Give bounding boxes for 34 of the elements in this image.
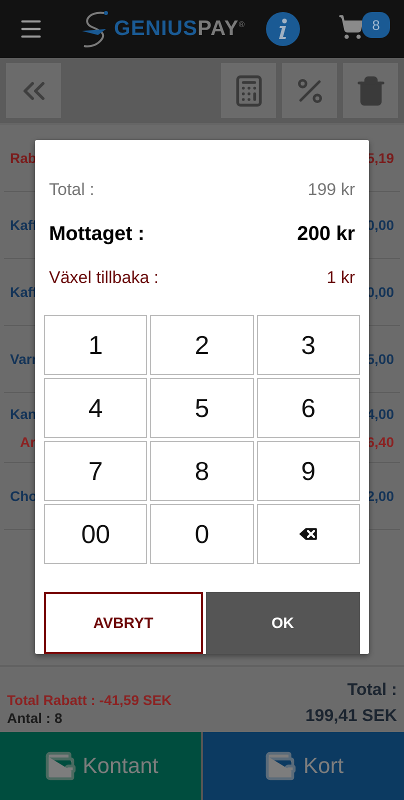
item-name: Rab [10, 150, 36, 166]
info-icon[interactable] [266, 12, 300, 46]
received-label: Mottaget : [49, 222, 145, 246]
ok-button[interactable]: OK [206, 592, 360, 654]
item-name: Varr [10, 351, 38, 367]
cart-button[interactable] [338, 14, 364, 40]
keypad-key[interactable]: 1 [44, 315, 148, 375]
total-value: 199 kr [308, 180, 355, 200]
item-name: Kan [10, 406, 36, 422]
discount-name: Ar [20, 434, 36, 450]
cart-count: 8 [362, 12, 390, 38]
cancel-button[interactable]: AVBRYT [44, 592, 202, 654]
keypad-key[interactable]: 2 [150, 315, 254, 375]
received-value: 200 kr [297, 222, 355, 246]
total-label: Total : [49, 180, 94, 200]
keypad-key[interactable]: 3 [256, 315, 360, 375]
keypad-key[interactable]: 9 [256, 441, 360, 501]
keypad-key[interactable]: 7 [44, 441, 148, 501]
backspace-key[interactable] [256, 504, 360, 564]
keypad-key[interactable]: 4 [44, 378, 148, 438]
change-value: 1 kr [326, 268, 355, 288]
change-label: Växel tillbaka : [49, 268, 159, 288]
keypad-key[interactable]: 5 [150, 378, 254, 438]
logo: GENIUSPAY$^{®}$ [78, 9, 246, 49]
trash-icon [354, 74, 386, 106]
keypad-key[interactable]: 0 [150, 504, 254, 564]
keypad-key[interactable]: 00 [44, 504, 148, 564]
wallet-icon [263, 749, 298, 783]
keypad-key[interactable]: 8 [150, 441, 254, 501]
total-amount: 199,41 SEK [305, 706, 397, 726]
total-label: Total : [347, 680, 397, 700]
total-discount: Total Rabatt : -41,59 SEK [7, 692, 172, 708]
item-count: Antal : 8 [7, 710, 62, 726]
keypad-key[interactable]: 6 [256, 378, 360, 438]
